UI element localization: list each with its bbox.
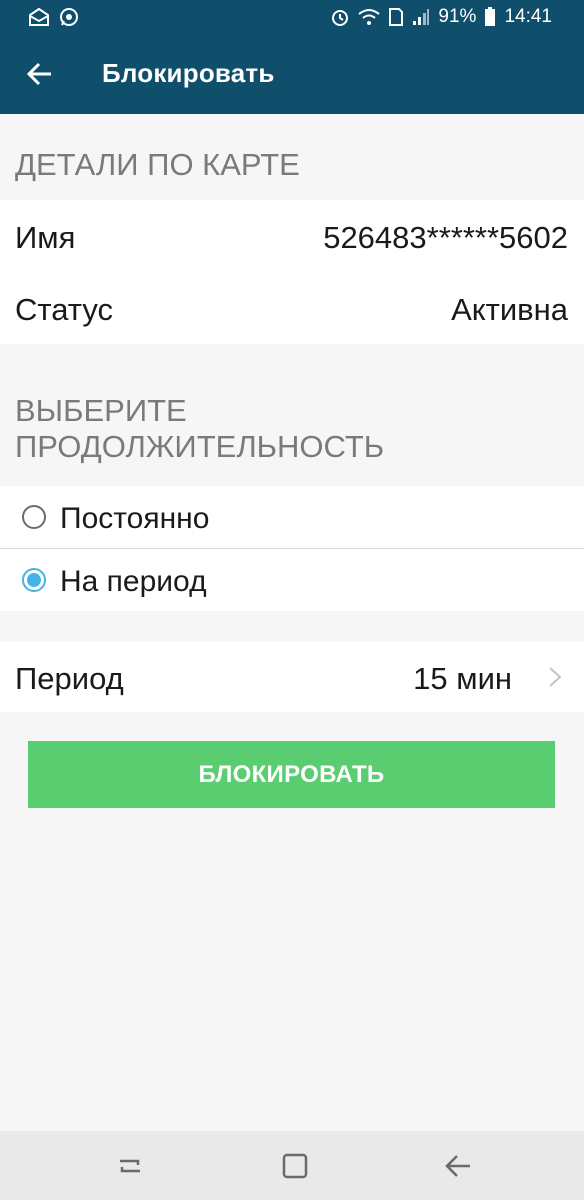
period-row[interactable]: Период 15 мин [0, 642, 584, 712]
radio-permanent[interactable] [22, 505, 46, 529]
card-name-row: Имя 526483******5602 [0, 200, 584, 272]
page-title: Блокировать [102, 58, 275, 88]
option-period-label: На период [60, 565, 207, 598]
back-icon[interactable] [444, 1153, 472, 1179]
status-right-icons: 91% 14:41 [330, 6, 552, 28]
recent-apps-icon[interactable] [116, 1153, 144, 1179]
period-value: 15 мин [413, 661, 512, 696]
card-name-value: 526483******5602 [323, 220, 568, 255]
status-bar: 91% 14:41 [0, 0, 584, 34]
radio-period[interactable] [22, 568, 46, 592]
card-status-label: Статус [15, 292, 113, 327]
block-button[interactable]: БЛОКИРОВАТЬ [28, 741, 555, 808]
mail-icon [28, 7, 50, 27]
app-bar: Блокировать [0, 34, 584, 114]
duration-header-line2: ПРОДОЛЖИТЕЛЬНОСТЬ [15, 429, 385, 464]
wifi-icon [358, 8, 381, 26]
navigation-bar [0, 1131, 584, 1200]
battery-percent: 91% [438, 6, 477, 27]
card-status-row: Статус Активна [0, 272, 584, 344]
sim-icon [388, 7, 404, 27]
option-permanent-label: Постоянно [60, 502, 210, 535]
arrow-back-icon[interactable] [25, 59, 55, 89]
card-status-value: Активна [451, 292, 568, 327]
card-details-header: ДЕТАЛИ ПО КАРТЕ [15, 147, 300, 182]
status-left-icons [28, 7, 80, 27]
duration-header-line1: ВЫБЕРИТЕ [15, 393, 187, 428]
chevron-right-icon [548, 666, 562, 688]
option-period[interactable]: На период [0, 549, 584, 611]
duration-header: ВЫБЕРИТЕ ПРОДОЛЖИТЕЛЬНОСТЬ [15, 393, 384, 465]
whatsapp-icon [58, 7, 80, 27]
battery-icon [484, 7, 496, 27]
signal-icon [412, 8, 430, 26]
alarm-icon [330, 7, 350, 27]
card-name-label: Имя [15, 220, 76, 255]
option-permanent[interactable]: Постоянно [0, 486, 584, 548]
period-label: Период [15, 661, 124, 696]
clock: 14:41 [504, 6, 552, 27]
home-icon[interactable] [281, 1153, 309, 1179]
